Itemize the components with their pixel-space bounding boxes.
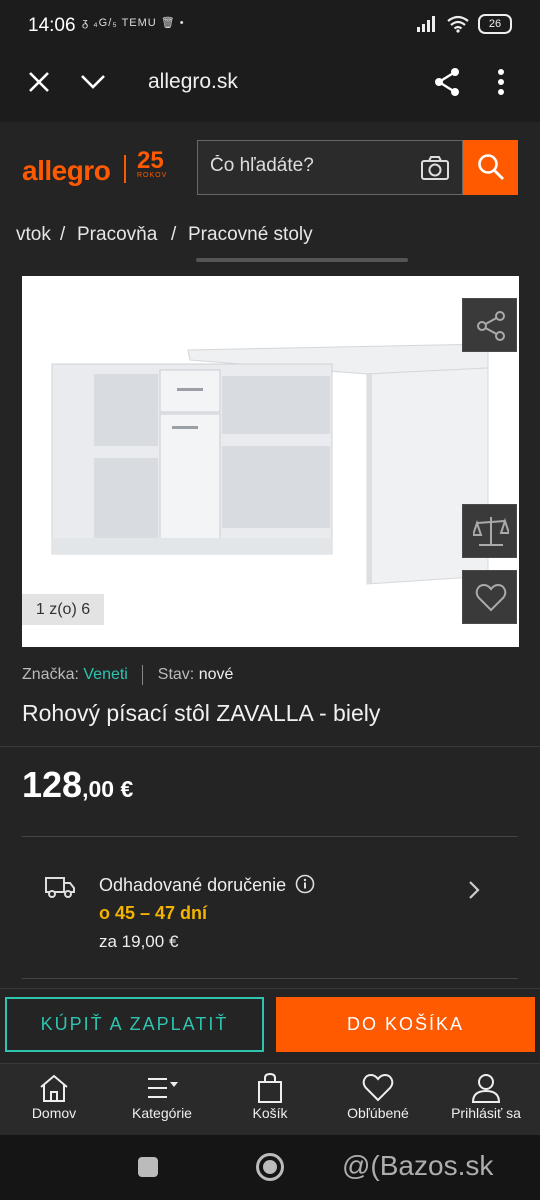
anniversary-logo: 25 ROKOV xyxy=(137,147,168,180)
nav-item-favorites[interactable]: Obľúbené xyxy=(324,1064,432,1136)
wifi-icon xyxy=(447,15,469,33)
product-meta: Značka: Veneti Stav: nové xyxy=(22,665,233,685)
battery-indicator: 26 xyxy=(478,14,512,34)
share-button[interactable] xyxy=(462,298,517,352)
image-counter: 1 z(o) 6 xyxy=(22,594,104,625)
delivery-days: o 45 – 47 dní xyxy=(99,903,208,923)
home-dot xyxy=(263,1160,277,1174)
bag-icon xyxy=(258,1073,282,1103)
logo-divider xyxy=(124,155,126,183)
nav-item-home[interactable]: Domov xyxy=(0,1064,108,1136)
share-icon xyxy=(477,311,505,341)
delivery-divider xyxy=(22,978,518,979)
nav-label: Domov xyxy=(31,1105,77,1121)
site-header: allegro 25 ROKOV xyxy=(0,122,540,220)
app-root: 14:06 ᵹ ₄G/₅ TEMU 🗑 • 26 allegro.sk alle… xyxy=(0,0,540,1200)
search-input[interactable] xyxy=(210,155,410,177)
more-vert-icon[interactable] xyxy=(497,68,505,96)
brand-label: Značka: xyxy=(22,666,79,684)
delivery-title[interactable]: Odhadované doručenie xyxy=(99,874,315,896)
add-to-cart-button[interactable]: DO KOŠÍKA xyxy=(276,997,535,1052)
nav-label: Košík xyxy=(252,1105,288,1121)
nav-label: Kategórie xyxy=(132,1105,192,1121)
nav-item-login[interactable]: Prihlásiť sa xyxy=(432,1064,540,1136)
desk-illustration xyxy=(51,343,489,585)
signal-icon xyxy=(417,16,435,32)
anniversary-number: 25 xyxy=(137,147,164,174)
breadcrumb-separator: / xyxy=(60,224,66,245)
user-icon xyxy=(471,1074,501,1103)
price: 128,00 € xyxy=(22,764,133,806)
meta-divider xyxy=(142,665,144,685)
breadcrumb-separator: / xyxy=(171,224,177,245)
action-bar: KÚPIŤ A ZAPLATIŤ DO KOŠÍKA xyxy=(0,988,540,1063)
heart-icon xyxy=(362,1073,394,1102)
price-divider xyxy=(22,836,518,837)
breadcrumb-scrollbar[interactable] xyxy=(196,258,408,262)
product-title: Rohový písací stôl ZAVALLA - biely xyxy=(22,700,381,726)
favorite-button[interactable] xyxy=(462,570,517,624)
price-whole: 128 xyxy=(22,764,83,805)
bottom-nav: Domov Kategórie Košík Obľúbené Prihlásiť… xyxy=(0,1063,540,1135)
delivery-title-text: Odhadované doručenie xyxy=(99,875,287,895)
home-icon xyxy=(40,1074,68,1102)
share-icon[interactable] xyxy=(433,67,461,97)
chevron-right-icon[interactable] xyxy=(467,880,481,900)
search-button[interactable] xyxy=(463,140,518,195)
brand-link[interactable]: Veneti xyxy=(83,666,127,683)
recent-apps-icon[interactable] xyxy=(138,1157,158,1177)
product-image[interactable] xyxy=(22,276,519,647)
nav-item-cart[interactable]: Košík xyxy=(216,1064,324,1136)
condition-label: Stav: xyxy=(157,666,195,684)
buy-now-button[interactable]: KÚPIŤ A ZAPLATIŤ xyxy=(5,997,264,1052)
breadcrumb-item-start[interactable]: vtok xyxy=(16,224,51,246)
search-icon xyxy=(478,154,504,180)
status-right: 26 xyxy=(416,14,512,34)
nav-item-categories[interactable]: Kategórie xyxy=(108,1064,216,1136)
status-time: 14:06 xyxy=(28,15,76,36)
section-divider xyxy=(0,746,540,747)
browser-toolbar: allegro.sk xyxy=(0,52,540,122)
breadcrumb: vtok / Pracovňa / Pracovné stoly xyxy=(0,222,540,262)
nav-label: Prihlásiť sa xyxy=(451,1105,521,1121)
condition-value: nové xyxy=(198,666,234,684)
camera-icon[interactable] xyxy=(420,155,450,181)
notification-icons: ᵹ ₄G/₅ TEMU 🗑 • xyxy=(82,17,185,29)
watermark: @(Bazos.sk xyxy=(342,1150,494,1181)
truck-icon xyxy=(45,877,75,898)
anniversary-sub: ROKOV xyxy=(137,172,168,179)
url-text[interactable]: allegro.sk xyxy=(148,70,238,94)
heart-icon xyxy=(475,583,507,612)
search-box xyxy=(197,140,463,195)
breadcrumb-item-pracovne-stoly[interactable]: Pracovné stoly xyxy=(188,224,313,246)
price-fraction: ,00 € xyxy=(82,776,134,802)
menu-icon xyxy=(148,1078,178,1098)
status-bar: 14:06 ᵹ ₄G/₅ TEMU 🗑 • 26 xyxy=(0,0,540,52)
delivery-cost: za 19,00 € xyxy=(99,932,179,951)
allegro-logo[interactable]: allegro xyxy=(22,155,111,187)
info-icon[interactable] xyxy=(295,874,315,894)
nav-label: Obľúbené xyxy=(347,1105,409,1121)
compare-button[interactable] xyxy=(462,504,517,558)
breadcrumb-item-pracovna[interactable]: Pracovňa xyxy=(77,224,157,246)
chevron-down-icon[interactable] xyxy=(80,74,106,90)
close-icon[interactable] xyxy=(28,71,50,93)
scale-icon xyxy=(473,517,509,546)
